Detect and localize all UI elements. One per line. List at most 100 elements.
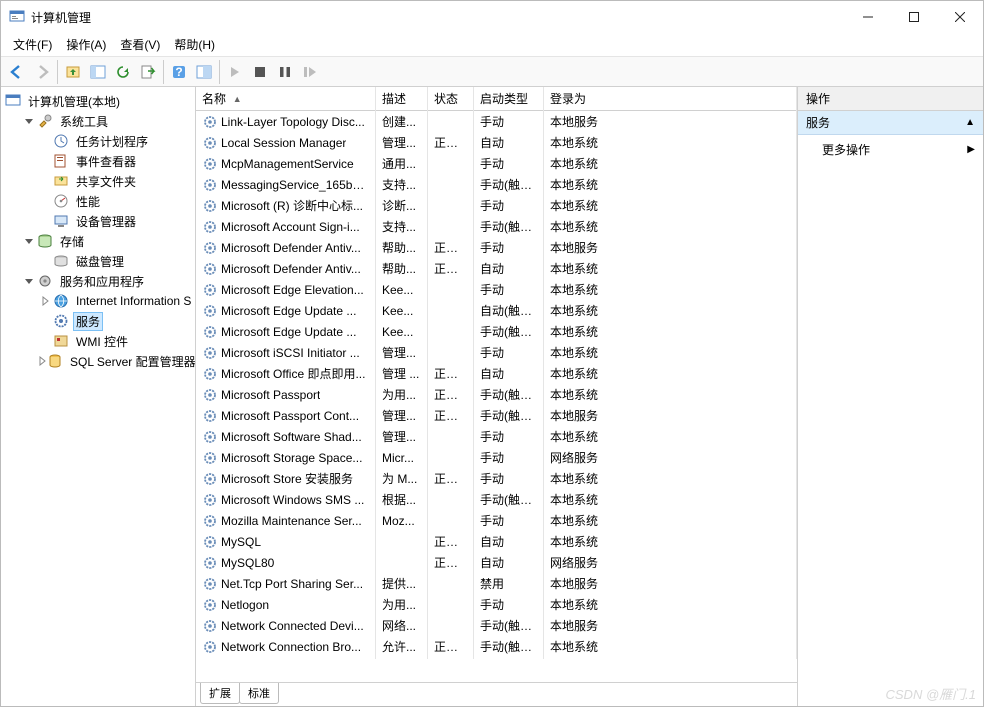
service-row[interactable]: Netlogon为用...手动本地系统 — [196, 594, 797, 615]
tree-item[interactable]: 事件查看器 — [33, 151, 195, 171]
tree-item[interactable]: 设备管理器 — [33, 211, 195, 231]
menu-help[interactable]: 帮助(H) — [168, 34, 221, 55]
tree-item[interactable]: 服务和应用程序 — [17, 271, 195, 291]
disk-icon — [53, 253, 69, 269]
service-name: Microsoft Storage Space... — [221, 451, 362, 465]
forward-button[interactable] — [30, 60, 54, 84]
export-button[interactable] — [136, 60, 160, 84]
tree-item[interactable]: Internet Information S — [33, 291, 195, 311]
up-button[interactable] — [61, 60, 85, 84]
column-desc[interactable]: 描述 — [376, 87, 428, 111]
service-row[interactable]: Mozilla Maintenance Ser...Moz...手动本地系统 — [196, 510, 797, 531]
tree-root[interactable]: 计算机管理(本地) — [1, 91, 195, 111]
tree-item[interactable]: WMI 控件 — [33, 331, 195, 351]
show-hide-tree-button[interactable] — [86, 60, 110, 84]
service-row[interactable]: Microsoft Storage Space...Micr...手动网络服务 — [196, 447, 797, 468]
gear-icon — [202, 597, 218, 613]
service-row[interactable]: Microsoft Software Shad...管理...手动本地系统 — [196, 426, 797, 447]
menu-file[interactable]: 文件(F) — [7, 34, 58, 55]
refresh-button[interactable] — [111, 60, 135, 84]
restart-service-button[interactable] — [298, 60, 322, 84]
service-row[interactable]: Microsoft Office 即点即用...管理 ...正在...自动本地系… — [196, 363, 797, 384]
service-row[interactable]: Net.Tcp Port Sharing Ser...提供...禁用本地服务 — [196, 573, 797, 594]
gear-icon — [202, 135, 218, 151]
gear-icon — [202, 576, 218, 592]
service-name: MySQL80 — [221, 556, 274, 570]
service-row[interactable]: Network Connection Bro...允许...正在...手动(触发… — [196, 636, 797, 657]
gear-icon — [202, 240, 218, 256]
help-button[interactable]: ? — [167, 60, 191, 84]
service-row[interactable]: MySQL正在...自动本地系统 — [196, 531, 797, 552]
column-startup[interactable]: 启动类型 — [474, 87, 544, 111]
app-icon — [9, 9, 25, 25]
service-icon — [53, 313, 69, 329]
back-button[interactable] — [5, 60, 29, 84]
service-name: Mozilla Maintenance Ser... — [221, 514, 362, 528]
action-more[interactable]: 更多操作 ▶ — [798, 135, 983, 164]
clock-icon — [53, 133, 69, 149]
service-name: Microsoft Office 即点即用... — [221, 365, 365, 382]
tree-label: 性能 — [73, 192, 103, 211]
action-group-services[interactable]: 服务 ▲ — [798, 111, 983, 135]
gear-icon — [202, 639, 218, 655]
tab-extended[interactable]: 扩展 — [200, 683, 240, 704]
service-row[interactable]: Microsoft Defender Antiv...帮助...正在...手动本… — [196, 237, 797, 258]
tree-item[interactable]: 系统工具 — [17, 111, 195, 131]
service-row[interactable]: Microsoft Edge Update ...Kee...手动(触发...本… — [196, 321, 797, 342]
perf-icon — [53, 193, 69, 209]
maximize-button[interactable] — [891, 1, 937, 33]
service-logon: 本地系统 — [544, 635, 797, 659]
service-name: Microsoft iSCSI Initiator ... — [221, 346, 360, 360]
service-row[interactable]: Link-Layer Topology Disc...创建...手动本地服务 — [196, 111, 797, 132]
gear-icon — [202, 555, 218, 571]
menu-action[interactable]: 操作(A) — [60, 34, 112, 55]
service-row[interactable]: Microsoft Windows SMS ...根据...手动(触发...本地… — [196, 489, 797, 510]
sql-icon — [47, 353, 63, 369]
service-row[interactable]: McpManagementService通用...手动本地系统 — [196, 153, 797, 174]
service-row[interactable]: Microsoft Edge Elevation...Kee...手动本地系统 — [196, 279, 797, 300]
close-button[interactable] — [937, 1, 983, 33]
menu-view[interactable]: 查看(V) — [114, 34, 166, 55]
service-row[interactable]: Network Connected Devi...网络...手动(触发...本地… — [196, 615, 797, 636]
tab-standard[interactable]: 标准 — [239, 683, 279, 704]
iis-icon — [53, 293, 69, 309]
service-row[interactable]: Microsoft Defender Antiv...帮助...正在...自动本… — [196, 258, 797, 279]
tree-item[interactable]: 性能 — [33, 191, 195, 211]
service-row[interactable]: Local Session Manager管理...正在...自动本地系统 — [196, 132, 797, 153]
tree-label: 服务和应用程序 — [57, 272, 147, 291]
start-service-button[interactable] — [223, 60, 247, 84]
title-bar: 计算机管理 — [1, 1, 983, 33]
tree-pane[interactable]: 计算机管理(本地)系统工具任务计划程序事件查看器共享文件夹性能设备管理器存储磁盘… — [1, 87, 196, 706]
service-list[interactable]: Link-Layer Topology Disc...创建...手动本地服务Lo… — [196, 111, 797, 682]
column-status[interactable]: 状态 — [428, 87, 474, 111]
service-row[interactable]: Microsoft iSCSI Initiator ...管理...手动本地系统 — [196, 342, 797, 363]
tree-item[interactable]: 存储 — [17, 231, 195, 251]
column-logon[interactable]: 登录为 — [544, 87, 797, 111]
gear-icon — [37, 273, 53, 289]
service-row[interactable]: Microsoft (R) 诊断中心标...诊断...手动本地系统 — [196, 195, 797, 216]
service-row[interactable]: Microsoft Passport为用...正在...手动(触发...本地系统 — [196, 384, 797, 405]
service-row[interactable]: Microsoft Edge Update ...Kee...自动(触发...本… — [196, 300, 797, 321]
column-name[interactable]: 名称 ▲ — [196, 87, 376, 111]
tree-item[interactable]: 任务计划程序 — [33, 131, 195, 151]
tree-label: 存储 — [57, 232, 87, 251]
minimize-button[interactable] — [845, 1, 891, 33]
service-row[interactable]: MessagingService_165b5...支持...手动(触发...本地… — [196, 174, 797, 195]
service-name: MessagingService_165b5... — [221, 178, 369, 192]
tree-item[interactable]: 服务 — [33, 311, 195, 331]
service-row[interactable]: Microsoft Passport Cont...管理...正在...手动(触… — [196, 405, 797, 426]
computer-icon — [5, 93, 21, 109]
tree-item[interactable]: SQL Server 配置管理器 — [33, 351, 195, 371]
tree-item[interactable]: 磁盘管理 — [33, 251, 195, 271]
stop-service-button[interactable] — [248, 60, 272, 84]
actions-header: 操作 — [798, 87, 983, 111]
properties-button[interactable] — [192, 60, 216, 84]
gear-icon — [202, 324, 218, 340]
service-name: Network Connected Devi... — [221, 619, 364, 633]
service-row[interactable]: MySQL80正在...自动网络服务 — [196, 552, 797, 573]
gear-icon — [202, 618, 218, 634]
tree-item[interactable]: 共享文件夹 — [33, 171, 195, 191]
pause-service-button[interactable] — [273, 60, 297, 84]
service-row[interactable]: Microsoft Account Sign-i...支持...手动(触发...… — [196, 216, 797, 237]
service-row[interactable]: Microsoft Store 安装服务为 M...正在...手动本地系统 — [196, 468, 797, 489]
